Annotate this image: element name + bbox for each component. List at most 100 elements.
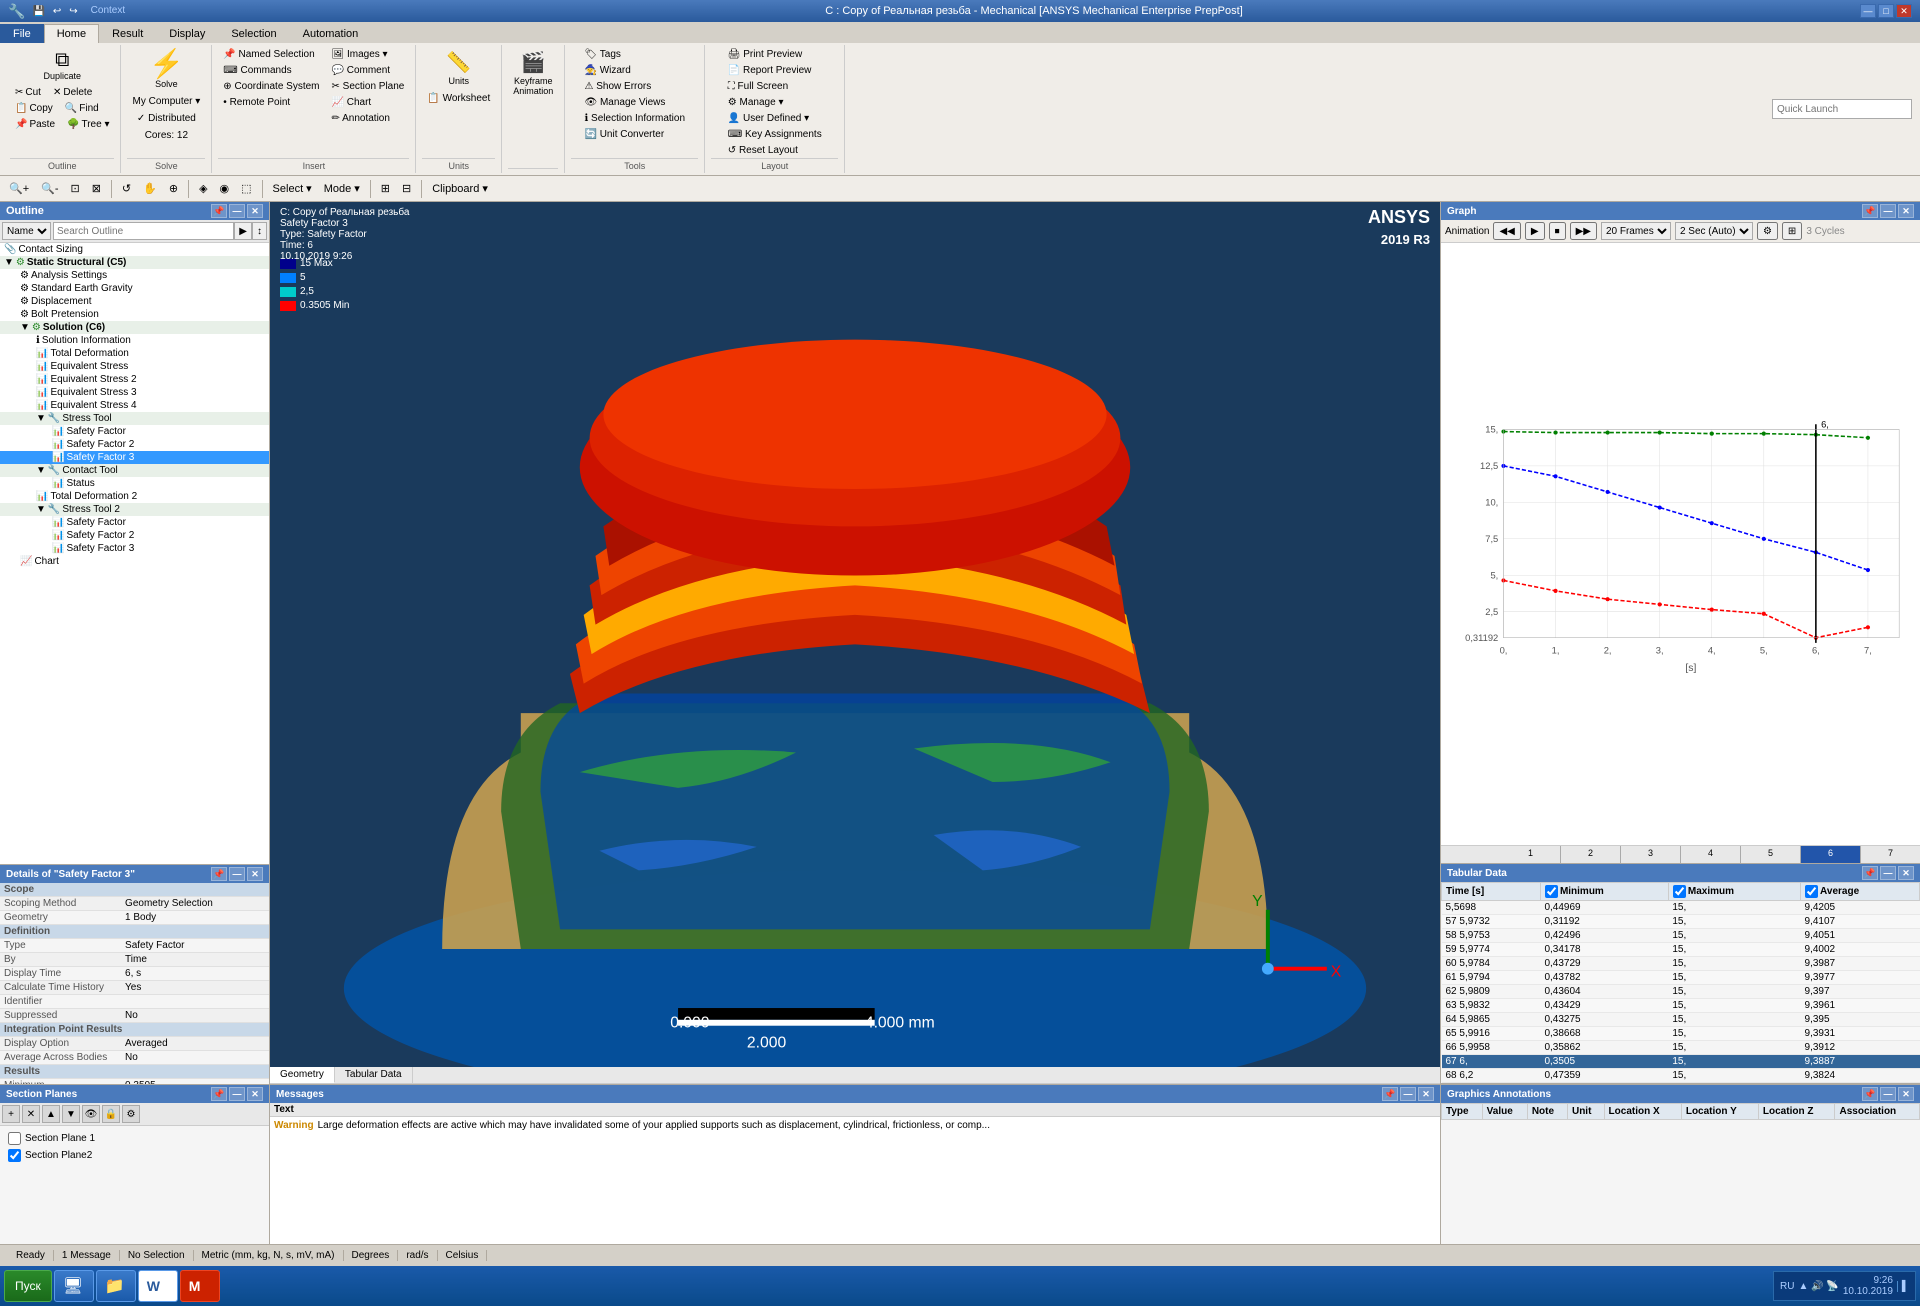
lang-indicator[interactable]: RU bbox=[1780, 1281, 1794, 1292]
rotate-btn[interactable]: ↺ bbox=[117, 179, 136, 198]
anim-next-btn[interactable]: ▶▶ bbox=[1570, 222, 1597, 240]
tabular-row[interactable]: 63 5,98320,4342915,9,3961 bbox=[1442, 999, 1920, 1013]
tab-selection[interactable]: Selection bbox=[218, 24, 289, 43]
view-top-btn[interactable]: ⬚ bbox=[236, 179, 256, 198]
btn-wizard[interactable]: 🧙 Wizard bbox=[579, 63, 690, 78]
btn-delete[interactable]: ✕Delete bbox=[48, 85, 97, 100]
graph-close-btn[interactable]: ✕ bbox=[1898, 204, 1914, 218]
start-button[interactable]: Пуск bbox=[4, 1270, 52, 1302]
tab-file[interactable]: File bbox=[0, 24, 44, 43]
tree-item-equiv-stress-4[interactable]: 📊 Equivalent Stress 4 bbox=[0, 399, 269, 412]
sp-btn-delete[interactable]: ✕ bbox=[22, 1105, 40, 1123]
tabular-row[interactable]: 5,56980,4496915,9,4205 bbox=[1442, 901, 1920, 915]
btn-full-screen[interactable]: ⛶ Full Screen bbox=[723, 79, 827, 94]
tree-item-bolt-pretension[interactable]: ⚙ Bolt Pretension bbox=[0, 308, 269, 321]
timeline-tick-5[interactable]: 5 bbox=[1741, 846, 1801, 863]
btn-coordinate-system[interactable]: ⊕ Coordinate System bbox=[218, 79, 324, 94]
tabular-close-btn[interactable]: ✕ bbox=[1898, 866, 1914, 880]
mesh-show-btn[interactable]: ⊞ bbox=[376, 179, 395, 198]
sp-btn-down[interactable]: ▼ bbox=[62, 1105, 80, 1123]
btn-section-plane[interactable]: ✂ Section Plane bbox=[327, 79, 410, 94]
time-select[interactable]: 2 Sec (Auto) bbox=[1675, 222, 1753, 240]
tree-item-safety-factor-3[interactable]: 📊 Safety Factor 3 bbox=[0, 451, 269, 464]
btn-find[interactable]: 🔍Find bbox=[60, 101, 104, 116]
check-maximum[interactable] bbox=[1673, 885, 1686, 898]
tree-item-static-structural[interactable]: ▼ ⚙ Static Structural (C5) bbox=[0, 256, 269, 269]
outline-min-btn[interactable]: — bbox=[229, 204, 245, 218]
btn-selection-info[interactable]: ℹ Selection Information bbox=[579, 111, 690, 126]
sp-check-1[interactable] bbox=[8, 1132, 21, 1145]
btn-reset-layout[interactable]: ↺ Reset Layout bbox=[723, 143, 827, 158]
outline-search-input[interactable] bbox=[53, 222, 234, 240]
btn-annotation[interactable]: ✏ Annotation bbox=[327, 111, 410, 126]
ga-min-btn[interactable]: — bbox=[1880, 1087, 1896, 1101]
taskbar-app-ansys[interactable]: M bbox=[180, 1270, 220, 1302]
tabular-row[interactable]: 62 5,98090,4360415,9,397 bbox=[1442, 985, 1920, 999]
details-pin-btn[interactable]: 📌 bbox=[211, 867, 227, 881]
zoom-in-btn[interactable]: 🔍+ bbox=[4, 179, 34, 198]
tree-item-safety-factor-1[interactable]: 📊 Safety Factor bbox=[0, 425, 269, 438]
qa-undo[interactable]: ↩ bbox=[50, 5, 64, 18]
outline-search-btn[interactable]: ▶ bbox=[234, 222, 252, 240]
timeline-tick-6[interactable]: 6 bbox=[1801, 846, 1861, 863]
graph-pin-btn[interactable]: 📌 bbox=[1862, 204, 1878, 218]
btn-remote-point[interactable]: • Remote Point bbox=[218, 95, 324, 110]
btn-print-preview[interactable]: 🖨 Print Preview bbox=[723, 47, 827, 62]
timeline-tick-7[interactable]: 7 bbox=[1861, 846, 1920, 863]
outline-close-btn[interactable]: ✕ bbox=[247, 204, 263, 218]
ga-pin-btn[interactable]: 📌 bbox=[1862, 1087, 1878, 1101]
timeline-tick-3[interactable]: 3 bbox=[1621, 846, 1681, 863]
orbit-btn[interactable]: ⊕ bbox=[164, 179, 183, 198]
tab-geometry[interactable]: Geometry bbox=[270, 1067, 335, 1083]
taskbar-app-desktop[interactable]: 🖥 bbox=[54, 1270, 94, 1302]
btn-cut[interactable]: ✂Cut bbox=[10, 85, 46, 100]
btn-manage-views[interactable]: 👁 Manage Views bbox=[579, 95, 690, 110]
btn-units[interactable]: 📏 Units bbox=[441, 47, 477, 89]
tabular-row[interactable]: 68 6,20,4735915,9,3824 bbox=[1442, 1069, 1920, 1083]
tabular-pin-btn[interactable]: 📌 bbox=[1862, 866, 1878, 880]
sp-btn-eye[interactable]: 👁 bbox=[82, 1105, 100, 1123]
tabular-row[interactable]: 60 5,97840,4372915,9,3987 bbox=[1442, 957, 1920, 971]
tree-item-status[interactable]: 📊 Status bbox=[0, 477, 269, 490]
tree-item-equiv-stress[interactable]: 📊 Equivalent Stress bbox=[0, 360, 269, 373]
btn-comment[interactable]: 💬 Comment bbox=[327, 63, 410, 78]
pan-btn[interactable]: ✋ bbox=[138, 179, 162, 198]
btn-commands[interactable]: ⌨ Commands bbox=[218, 63, 324, 78]
msg-close-btn[interactable]: ✕ bbox=[1418, 1087, 1434, 1101]
tabular-row[interactable]: 69 6,40,4902715,9,3832 bbox=[1442, 1083, 1920, 1084]
tab-tabular-data[interactable]: Tabular Data bbox=[335, 1067, 413, 1083]
select-dropdown-btn[interactable]: Select ▾ bbox=[268, 179, 317, 198]
view-front-btn[interactable]: ◉ bbox=[215, 179, 235, 198]
tree-item-stress-tool-2[interactable]: ▼ 🔧 Stress Tool 2 bbox=[0, 503, 269, 516]
btn-tags[interactable]: 🏷 Tags bbox=[579, 47, 690, 62]
tree-item-sf2-1[interactable]: 📊 Safety Factor bbox=[0, 516, 269, 529]
anim-grid-btn[interactable]: ⊞ bbox=[1782, 222, 1802, 240]
tab-automation[interactable]: Automation bbox=[290, 24, 372, 43]
mesh-hide-btn[interactable]: ⊟ bbox=[397, 179, 416, 198]
anim-play-btn[interactable]: ▶ bbox=[1525, 222, 1545, 240]
details-close-btn[interactable]: ✕ bbox=[247, 867, 263, 881]
tree-item-chart[interactable]: 📈 Chart bbox=[0, 555, 269, 568]
tabular-row[interactable]: 59 5,97740,3417815,9,4002 bbox=[1442, 943, 1920, 957]
col-maximum[interactable]: Maximum bbox=[1668, 883, 1800, 901]
btn-manage[interactable]: ⚙ Manage ▾ bbox=[723, 95, 827, 110]
quick-launch-input[interactable] bbox=[1772, 99, 1912, 119]
minimize-btn[interactable]: — bbox=[1860, 4, 1876, 18]
btn-chart[interactable]: 📈 Chart bbox=[327, 95, 410, 110]
btn-duplicate[interactable]: ⧉ Duplicate bbox=[10, 47, 114, 84]
outline-filter-select[interactable]: Name bbox=[2, 222, 51, 240]
timeline-tick-1[interactable]: 1 bbox=[1501, 846, 1561, 863]
msg-min-btn[interactable]: — bbox=[1400, 1087, 1416, 1101]
zoom-box-btn[interactable]: ⊠ bbox=[87, 179, 106, 198]
sp-close-btn[interactable]: ✕ bbox=[247, 1087, 263, 1101]
check-average[interactable] bbox=[1805, 885, 1818, 898]
tree-item-contact-sizing[interactable]: 📎 Contact Sizing bbox=[0, 243, 269, 256]
sp-btn-up[interactable]: ▲ bbox=[42, 1105, 60, 1123]
btn-mycomputer[interactable]: My Computer ▾ bbox=[127, 94, 205, 109]
taskbar-app-explorer[interactable]: 📁 bbox=[96, 1270, 136, 1302]
tabular-row[interactable]: 65 5,99160,3866815,9,3931 bbox=[1442, 1027, 1920, 1041]
sp-btn-new[interactable]: + bbox=[2, 1105, 20, 1123]
frames-select[interactable]: 20 Frames bbox=[1601, 222, 1671, 240]
sp-pin-btn[interactable]: 📌 bbox=[211, 1087, 227, 1101]
zoom-out-btn[interactable]: 🔍- bbox=[36, 179, 63, 198]
